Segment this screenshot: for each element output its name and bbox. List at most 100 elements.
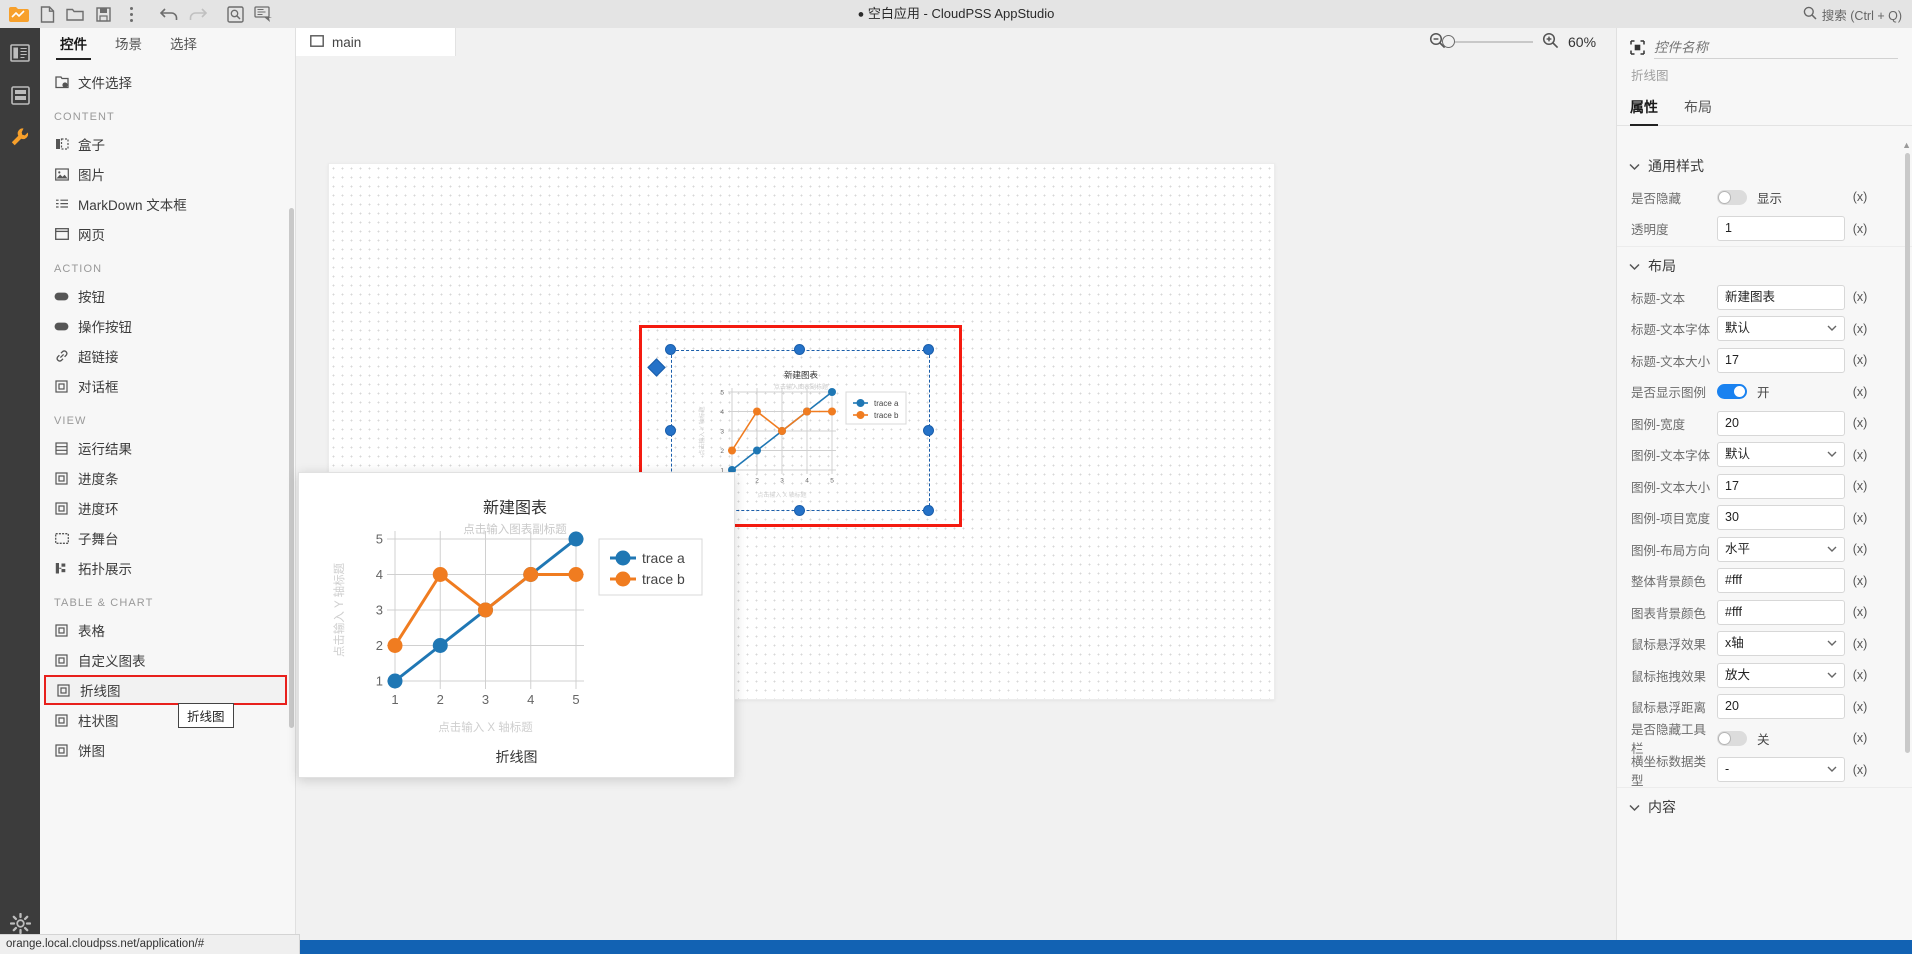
widget-name-input[interactable] xyxy=(1654,38,1898,59)
legend-orientation-select[interactable]: 水平 xyxy=(1717,536,1845,562)
properties-scrollbar[interactable] xyxy=(1905,153,1910,753)
sidebar-item-tools[interactable] xyxy=(0,116,40,158)
redo-icon[interactable] xyxy=(184,2,210,26)
zoom-slider[interactable] xyxy=(1442,35,1533,48)
tab-layout[interactable]: 布局 xyxy=(1684,95,1724,125)
expr-toggle[interactable]: (x) xyxy=(1845,763,1875,777)
list-item-progress-bar[interactable]: 进度条 xyxy=(40,463,295,493)
list-item-result[interactable]: 运行结果 xyxy=(40,433,295,463)
list-item-substage[interactable]: 子舞台 xyxy=(40,523,295,553)
tab-main[interactable]: main xyxy=(296,28,456,56)
undo-icon[interactable] xyxy=(156,2,182,26)
resize-handle-se[interactable] xyxy=(923,505,934,516)
widget-list: 文件选择 CONTENT 盒子 图片 MarkDown 文本框 网页 ACTIO… xyxy=(40,61,295,930)
zoom-slider-knob[interactable] xyxy=(1442,35,1455,48)
list-item-webpage[interactable]: 网页 xyxy=(40,219,295,249)
list-item-file-select[interactable]: 文件选择 xyxy=(40,67,295,97)
search-box[interactable]: 搜索 (Ctrl + Q) xyxy=(1803,4,1902,24)
resize-handle-s[interactable] xyxy=(794,505,805,516)
list-item-table[interactable]: 表格 xyxy=(40,615,295,645)
drag-effect-select[interactable]: 放大 xyxy=(1717,662,1845,688)
expr-toggle[interactable]: (x) xyxy=(1845,605,1875,619)
hide-toolbar-toggle[interactable] xyxy=(1717,730,1747,746)
list-item-action-button[interactable]: 操作按钮 xyxy=(40,311,295,341)
legend-width-input[interactable]: 20 xyxy=(1717,410,1845,436)
section-header-general[interactable]: 通用样式 xyxy=(1617,147,1912,183)
widget-type-label: 折线图 xyxy=(1631,69,1669,83)
title-font-select[interactable]: 默认 xyxy=(1717,316,1845,341)
expr-toggle[interactable]: (x) xyxy=(1845,700,1875,714)
resize-handle-w[interactable] xyxy=(665,425,676,436)
zoom-in-icon[interactable] xyxy=(1542,32,1559,52)
expr-toggle[interactable]: (x) xyxy=(1845,448,1875,462)
list-item-dialog[interactable]: 对话框 xyxy=(40,371,295,401)
expr-toggle[interactable]: (x) xyxy=(1845,511,1875,525)
svg-text:3: 3 xyxy=(720,428,724,435)
expr-toggle[interactable]: (x) xyxy=(1845,542,1875,556)
section-header-layout[interactable]: 布局 xyxy=(1617,247,1912,283)
title-text-input[interactable]: 新建图表 xyxy=(1717,284,1845,310)
prop-row-legend-orientation: 图例-布局方向 水平 (x) xyxy=(1617,535,1912,563)
preview-icon[interactable] xyxy=(222,2,248,26)
resize-handle-nw[interactable] xyxy=(665,344,676,355)
list-item-topology[interactable]: 拓扑展示 xyxy=(40,553,295,583)
list-item-line-chart[interactable]: 折线图 xyxy=(44,675,287,705)
chart-bg-input[interactable]: #fff xyxy=(1717,599,1845,625)
legend-item-width-input[interactable]: 30 xyxy=(1717,505,1845,530)
tab-widgets[interactable]: 控件 xyxy=(46,29,101,60)
app-logo-icon[interactable] xyxy=(6,3,32,25)
list-item-button[interactable]: 按钮 xyxy=(40,281,295,311)
resize-handle-n[interactable] xyxy=(794,344,805,355)
hidden-toggle[interactable] xyxy=(1717,189,1747,205)
publish-icon[interactable] xyxy=(250,2,276,26)
title-size-input[interactable]: 17 xyxy=(1717,347,1845,373)
list-item-pie-chart[interactable]: 饼图 xyxy=(40,735,295,765)
new-file-icon[interactable] xyxy=(34,2,60,26)
list-item-image[interactable]: 图片 xyxy=(40,159,295,189)
expr-toggle[interactable]: (x) xyxy=(1845,290,1875,304)
svg-text:点击输入 Y 轴标题: 点击输入 Y 轴标题 xyxy=(698,406,706,455)
hover-effect-select[interactable]: x轴 xyxy=(1717,631,1845,656)
sidebar-item-layout[interactable] xyxy=(0,32,40,74)
expr-toggle[interactable]: (x) xyxy=(1845,416,1875,430)
list-item-link[interactable]: 超链接 xyxy=(40,341,295,371)
expr-toggle[interactable]: (x) xyxy=(1845,190,1875,204)
widget-list-scrollbar[interactable] xyxy=(289,208,294,728)
more-vertical-icon[interactable] xyxy=(118,2,144,26)
properties-scroll-up-arrow[interactable]: ▲ xyxy=(1902,140,1911,150)
section-header-content[interactable]: 内容 xyxy=(1617,788,1912,824)
tab-select[interactable]: 选择 xyxy=(156,29,211,60)
resize-handle-ne[interactable] xyxy=(923,344,934,355)
x-data-type-select[interactable]: - xyxy=(1717,757,1845,782)
tab-properties[interactable]: 属性 xyxy=(1630,95,1670,126)
list-item-bar-chart[interactable]: 柱状图 xyxy=(40,705,295,735)
overall-bg-input[interactable]: #fff xyxy=(1717,568,1845,593)
legend-size-input[interactable]: 17 xyxy=(1717,473,1845,499)
expr-toggle[interactable]: (x) xyxy=(1845,385,1875,399)
expr-toggle[interactable]: (x) xyxy=(1845,574,1875,588)
expr-toggle[interactable]: (x) xyxy=(1845,731,1875,745)
expr-toggle[interactable]: (x) xyxy=(1845,322,1875,336)
expr-toggle[interactable]: (x) xyxy=(1845,479,1875,493)
list-item-markdown[interactable]: MarkDown 文本框 xyxy=(40,189,295,219)
expr-toggle[interactable]: (x) xyxy=(1845,637,1875,651)
chevron-down-icon xyxy=(1827,317,1837,340)
expr-toggle[interactable]: (x) xyxy=(1845,668,1875,682)
expr-toggle[interactable]: (x) xyxy=(1845,222,1875,236)
list-item-progress-ring[interactable]: 进度环 xyxy=(40,493,295,523)
hover-distance-input[interactable]: 20 xyxy=(1717,694,1845,719)
tab-scenes[interactable]: 场景 xyxy=(101,29,156,60)
expr-toggle[interactable]: (x) xyxy=(1845,353,1875,367)
show-legend-toggle[interactable] xyxy=(1717,384,1747,399)
list-item-box[interactable]: 盒子 xyxy=(40,129,295,159)
legend-font-select[interactable]: 默认 xyxy=(1717,442,1845,467)
save-icon[interactable] xyxy=(90,2,116,26)
list-item-custom-chart[interactable]: 自定义图表 xyxy=(40,645,295,675)
opacity-input[interactable]: 1 xyxy=(1717,216,1845,241)
resize-handle-e[interactable] xyxy=(923,425,934,436)
sidebar-item-layers[interactable] xyxy=(0,74,40,116)
file-select-icon xyxy=(54,75,69,90)
properties-tabs: 属性 布局 xyxy=(1617,84,1912,126)
open-folder-icon[interactable] xyxy=(62,2,88,26)
window-icon xyxy=(310,34,324,50)
